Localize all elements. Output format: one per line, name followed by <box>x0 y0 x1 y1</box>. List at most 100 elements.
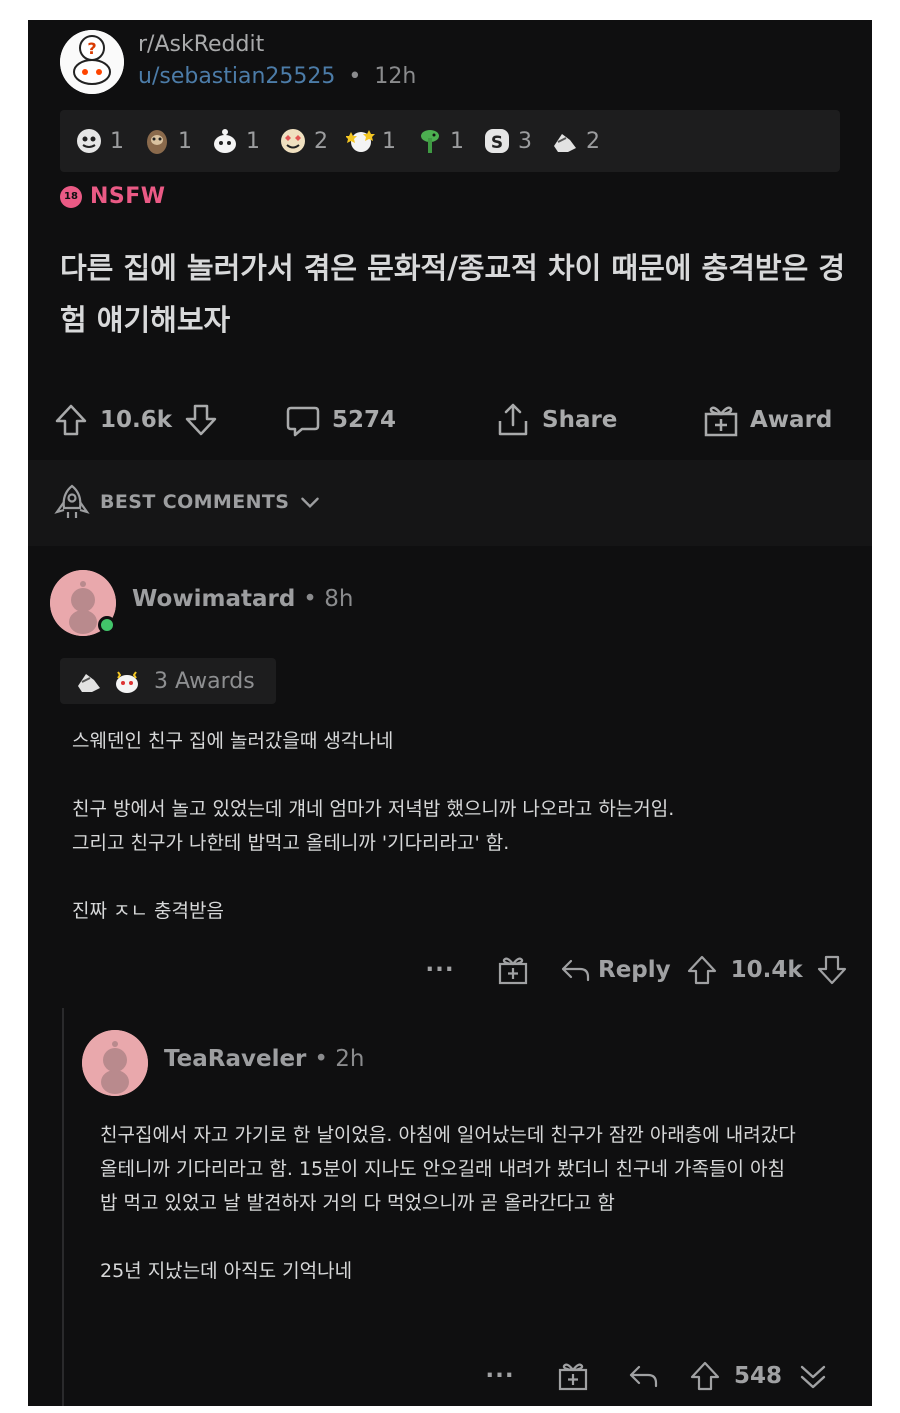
award-count: 1 <box>246 128 260 154</box>
subreddit-name[interactable]: r/AskReddit <box>138 32 264 57</box>
comment-vote-count: 548 <box>734 1363 783 1389</box>
comments-button[interactable]: 5274 <box>284 394 396 446</box>
upvote-icon[interactable] <box>688 1359 722 1393</box>
post-meta: u/sebastian25525 • 12h <box>138 64 416 89</box>
award-count: 2 <box>314 128 328 154</box>
snoo-avatar-icon <box>82 1030 148 1096</box>
silver-award-icon <box>77 129 101 153</box>
online-status-dot <box>98 616 116 634</box>
comment-paragraph: 진짜 ㅈㄴ 충격받음 <box>72 900 224 922</box>
more-options-icon[interactable]: ··· <box>480 1363 520 1389</box>
wholesome-award-icon <box>214 129 236 153</box>
award-count: 1 <box>382 128 396 154</box>
more-options-icon[interactable]: ··· <box>420 957 460 983</box>
wholesome-award-icon <box>116 671 138 693</box>
rocket-icon <box>54 484 90 518</box>
comment-author-line: Wowimatard • 8h <box>132 586 353 612</box>
upvote-icon[interactable] <box>52 401 90 439</box>
sort-label: BEST COMMENTS <box>100 491 290 513</box>
award-chip-s-coin: S 3 <box>482 126 532 156</box>
sloth-award-icon <box>147 130 167 154</box>
sort-selector[interactable]: BEST COMMENTS <box>52 482 323 522</box>
starstruck-award-icon <box>346 130 375 152</box>
share-label: Share <box>542 407 618 433</box>
share-icon <box>498 403 528 436</box>
nsfw-18-icon: 18 <box>60 185 82 208</box>
s-coin-award-icon: S <box>485 129 509 153</box>
meta-separator: • <box>314 1046 328 1072</box>
comment-line: 친구 방에서 놀고 있었는데 걔네 엄마가 저녁밥 했으니까 나오라고 하는거임… <box>72 798 675 820</box>
post-header: ? r/AskReddit u/sebastian25525 • 12h 1 1… <box>28 20 872 460</box>
post-awards-bar[interactable]: 1 1 1 2 1 1 S 3 2 <box>60 110 840 172</box>
helpful-hand-award-icon <box>78 674 100 692</box>
award-count: 2 <box>586 128 600 154</box>
heart-eyes-award-icon <box>281 129 305 153</box>
award-chip-plant: 1 <box>414 126 464 156</box>
meta-separator: • <box>303 586 317 612</box>
comment-body: 친구집에서 자고 가기로 한 날이었음. 아침에 일어났는데 친구가 잠깐 아래… <box>100 1118 870 1288</box>
award-chip-wholesome: 1 <box>210 126 260 156</box>
award-chip-silver: 1 <box>74 126 124 156</box>
award-count: 1 <box>450 128 464 154</box>
comment-sort-bar: BEST COMMENTS <box>28 460 872 546</box>
comment-actions: ··· 548 <box>480 1354 830 1398</box>
comment-awards[interactable]: 3 Awards <box>60 658 276 704</box>
award-button[interactable]: Award <box>702 394 832 446</box>
comment-age: 8h <box>324 586 354 612</box>
chevron-down-icon <box>301 497 320 509</box>
thread-line[interactable] <box>62 1008 64 1406</box>
award-label: Award <box>750 407 833 433</box>
comment-actions: ··· Reply 10.4k <box>420 948 849 992</box>
comment-line: 밥 먹고 있었고 날 발견하자 거의 다 먹었으니까 곧 올라간다고 함 <box>100 1192 615 1214</box>
downvote-icon[interactable] <box>815 953 849 987</box>
reddit-post-screen: ? r/AskReddit u/sebastian25525 • 12h 1 1… <box>28 20 872 1406</box>
vote-control: 10.6k <box>52 394 220 446</box>
post-vote-count: 10.6k <box>100 407 173 433</box>
award-count: 1 <box>178 128 192 154</box>
awards-count-label: 3 Awards <box>154 668 255 694</box>
reply-label: Reply <box>598 957 671 983</box>
award-chip-heart-eyes: 2 <box>278 126 328 156</box>
comment-line: 올테니까 기다리라고 함. 15분이 지나도 안오길래 내려가 봤더니 친구네 … <box>100 1158 785 1180</box>
helpful-hand-award-icon <box>554 134 576 152</box>
reply-button[interactable]: Reply <box>558 953 671 987</box>
collapse-chevron-icon[interactable] <box>796 1359 830 1393</box>
subreddit-avatar[interactable]: ? <box>60 30 124 94</box>
comment-author-line: TeaRaveler • 2h <box>164 1046 365 1072</box>
comment-line: 그리고 친구가 나한테 밥먹고 올테니까 '기다리라고' 함. <box>72 832 510 854</box>
share-button[interactable]: Share <box>494 394 617 446</box>
award-count: 3 <box>518 128 532 154</box>
award-chip-starstruck: 1 <box>346 126 396 156</box>
comment-body: 스웨덴인 친구 집에 놀러갔을때 생각나네 친구 방에서 놀고 있었는데 걔네 … <box>72 724 842 928</box>
nsfw-label: NSFW <box>90 184 166 209</box>
avatar[interactable] <box>82 1030 148 1096</box>
upvote-icon[interactable] <box>685 953 719 987</box>
gift-icon <box>704 406 738 437</box>
award-chip-sloth: 1 <box>142 126 192 156</box>
award-chip-helpful-hand: 2 <box>550 126 600 156</box>
comment-line: 친구집에서 자고 가기로 한 날이었음. 아침에 일어났는데 친구가 잠깐 아래… <box>100 1124 796 1146</box>
post-author[interactable]: u/sebastian25525 <box>138 64 335 89</box>
svg-text:S: S <box>491 133 503 153</box>
nsfw-tag: 18 NSFW <box>60 184 166 209</box>
comment-author[interactable]: Wowimatard <box>132 586 295 612</box>
reply-arrow-icon <box>561 959 590 982</box>
comment-paragraph: 스웨덴인 친구 집에 놀러갔을때 생각나네 <box>72 730 394 752</box>
post-title[interactable]: 다른 집에 놀러가서 겪은 문화적/종교적 차이 때문에 충격받은 경험 얘기해… <box>60 242 850 346</box>
comment-age: 2h <box>335 1046 365 1072</box>
downvote-icon[interactable] <box>182 401 220 439</box>
comment-paragraph: 25년 지났는데 아직도 기억나네 <box>100 1260 353 1282</box>
svg-text:?: ? <box>87 39 96 58</box>
comment-vote-count: 10.4k <box>730 957 803 983</box>
gift-icon[interactable] <box>556 1359 590 1393</box>
reply-arrow-icon[interactable] <box>626 1359 660 1393</box>
gift-icon[interactable] <box>496 953 530 987</box>
post-action-row: 10.6k 5274 Share Award <box>52 394 862 446</box>
askreddit-snoo-icon: ? <box>60 30 124 94</box>
comment-paragraph: 친구집에서 자고 가기로 한 날이었음. 아침에 일어났는데 친구가 잠깐 아래… <box>100 1118 870 1220</box>
comment-paragraph: 친구 방에서 놀고 있었는데 걔네 엄마가 저녁밥 했으니까 나오라고 하는거임… <box>72 792 842 860</box>
meta-separator: • <box>348 64 362 89</box>
comment-bubble-icon <box>286 406 320 437</box>
comment-count: 5274 <box>332 407 397 433</box>
comment-author[interactable]: TeaRaveler <box>164 1046 306 1072</box>
